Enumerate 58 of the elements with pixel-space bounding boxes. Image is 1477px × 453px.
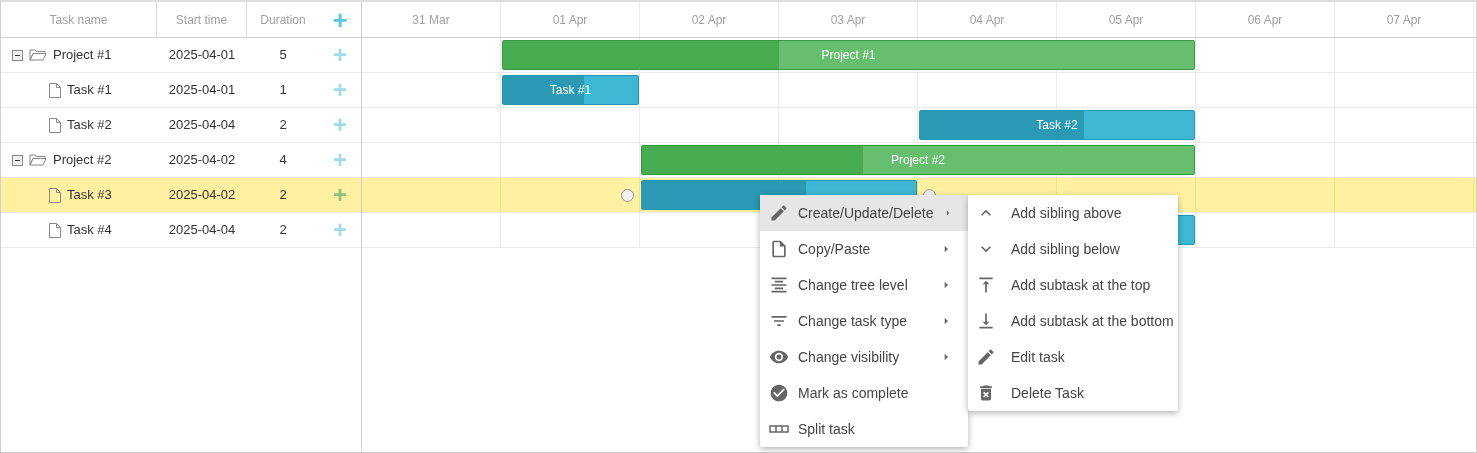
duration: 1 [278, 81, 288, 100]
pencil-icon [976, 347, 996, 367]
date-header: 03 Apr [779, 2, 918, 37]
menu-item[interactable]: Delete Task [968, 375, 1178, 411]
start-time: 2025-04-04 [167, 116, 237, 135]
menu-item[interactable]: Add sibling above [968, 195, 1178, 231]
menu-item[interactable]: Change visibility [760, 339, 968, 375]
menu-item[interactable]: Change tree level [760, 267, 968, 303]
folder-icon [29, 48, 47, 62]
task-name: Project #1 [53, 46, 112, 65]
menu-item[interactable]: Add sibling below [968, 231, 1178, 267]
task-name: Task #2 [67, 116, 112, 135]
date-header: 31 Mar [362, 2, 501, 37]
menu-item[interactable]: Add subtask at the top [968, 267, 1178, 303]
file-icon [769, 239, 789, 259]
duration: 5 [278, 46, 288, 65]
menu-item[interactable]: Mark as complete [760, 375, 968, 411]
menu-item[interactable]: Copy/Paste [760, 231, 968, 267]
date-header: 01 Apr [501, 2, 640, 37]
task-name: Task #3 [67, 186, 112, 205]
menu-item[interactable]: Create/Update/Delete [760, 195, 968, 231]
duration: 2 [278, 186, 288, 205]
date-header: 02 Apr [640, 2, 779, 37]
start-time: 2025-04-02 [167, 186, 237, 205]
start-time: 2025-04-01 [167, 46, 237, 65]
file-icon [49, 187, 61, 203]
file-icon [49, 117, 61, 133]
menu-item[interactable]: Edit task [968, 339, 1178, 375]
start-time: 2025-04-01 [167, 81, 237, 100]
file-icon [49, 222, 61, 238]
duration: 2 [278, 221, 288, 240]
start-time: 2025-04-02 [167, 151, 237, 170]
menu-item[interactable]: Split task [760, 411, 968, 447]
grid-row[interactable]: Task #3 2025-04-02 2 + [1, 178, 361, 213]
align-center-icon [769, 275, 789, 295]
date-header: 06 Apr [1196, 2, 1335, 37]
folder-icon [29, 153, 47, 167]
date-header: 04 Apr [918, 2, 1057, 37]
duration: 2 [278, 116, 288, 135]
start-time: 2025-04-04 [167, 221, 237, 240]
task-name: Task #4 [67, 221, 112, 240]
column-header: Task name [1, 2, 157, 37]
date-header: 05 Apr [1057, 2, 1196, 37]
column-header: Duration [259, 11, 307, 29]
file-icon [49, 82, 61, 98]
collapse-toggle[interactable] [12, 154, 23, 166]
menu-item[interactable]: Change task type [760, 303, 968, 339]
collapse-toggle[interactable] [12, 49, 23, 61]
date-header: 07 Apr [1335, 2, 1474, 37]
column-header: Start time [157, 2, 247, 37]
align-bottom-icon [976, 311, 996, 331]
task-name: Task #1 [67, 81, 112, 100]
menu-item[interactable]: Add subtask at the bottom [968, 303, 1178, 339]
task-name: Project #2 [53, 151, 112, 170]
duration: 4 [278, 151, 288, 170]
pencil-icon [769, 203, 789, 223]
split-icon [769, 425, 789, 433]
align-top-icon [976, 275, 996, 295]
